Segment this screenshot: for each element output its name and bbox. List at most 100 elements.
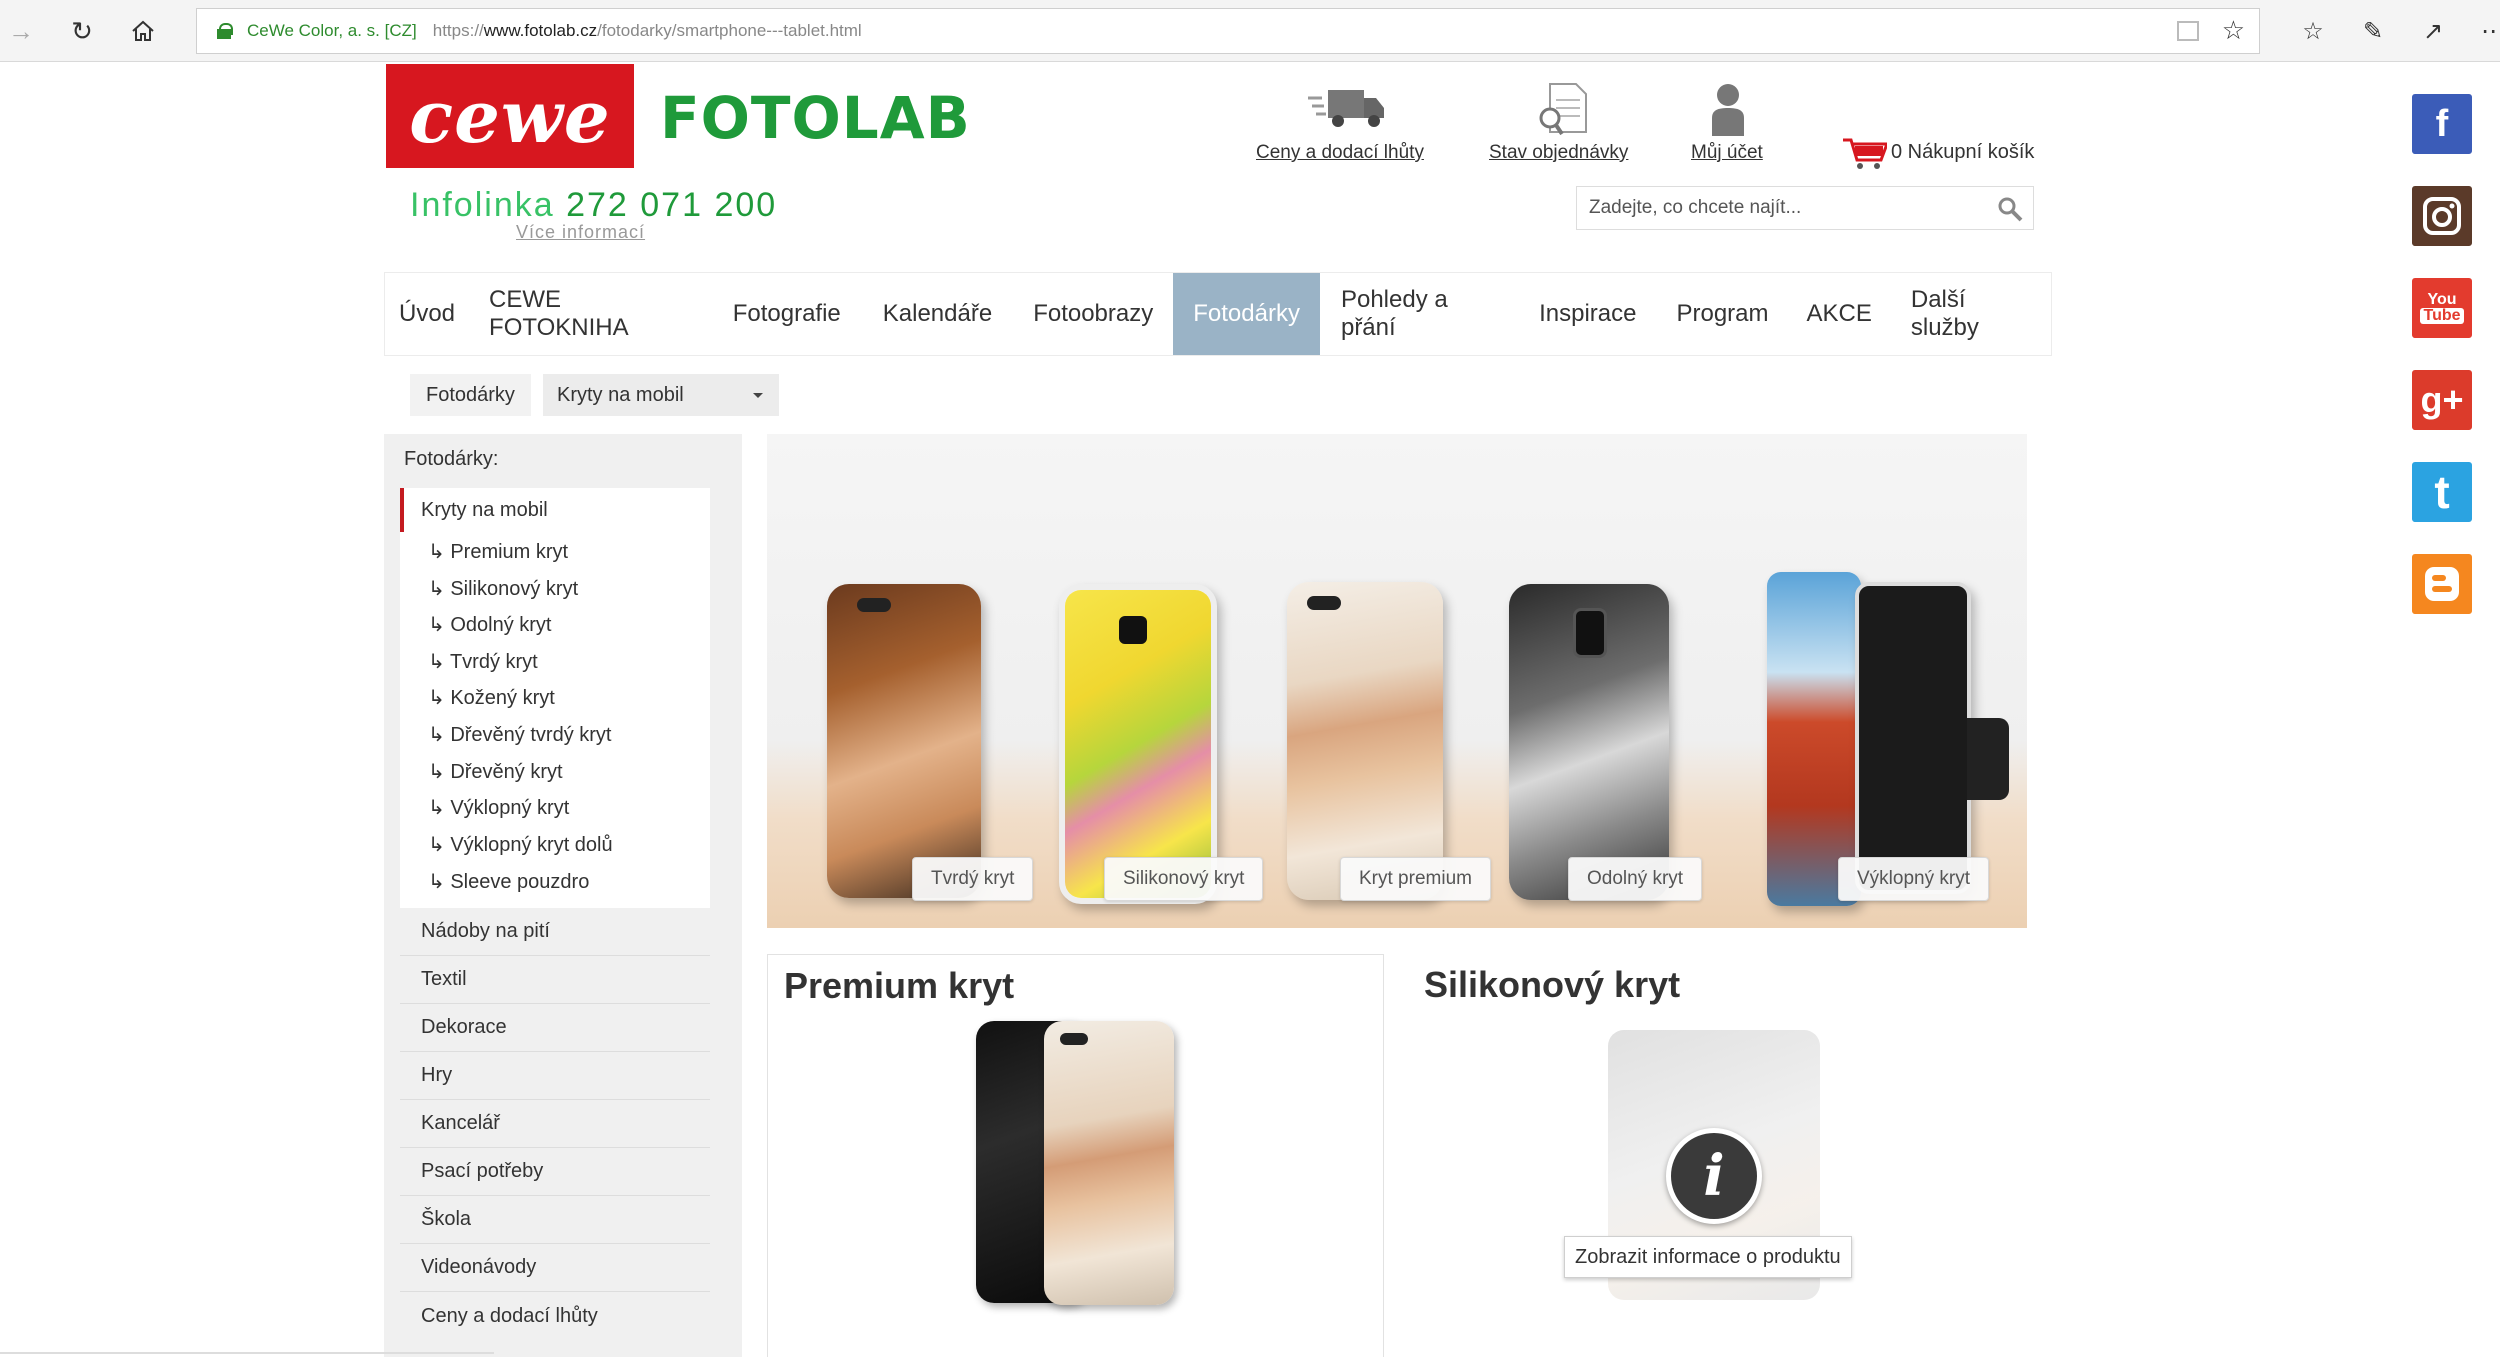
phone-cases-banner[interactable] [767,434,2027,928]
cewe-logo[interactable]: cewe [386,64,634,168]
order-status-icon[interactable] [1536,82,1588,143]
more-menu-icon[interactable]: ⋯ [2474,12,2500,50]
share-icon[interactable]: ↗ [2414,12,2452,50]
sidebar-category[interactable]: Psací potřeby [400,1148,710,1196]
sidebar-subitem-label: Výklopný kryt dolů [450,834,613,856]
cart-link[interactable]: 0 Nákupní košík [1891,141,2034,164]
youtube-icon[interactable]: You Tube [2412,278,2472,338]
sidebar-category[interactable]: Videonávody [400,1244,710,1292]
flip-case-strap [1967,718,2009,800]
product-info-tooltip[interactable]: Zobrazit informace o produktu [1564,1236,1852,1278]
nav-item-fotodarky[interactable]: Fotodárky [1173,273,1320,355]
subcategory-panel: Kryty na mobil ↳ Premium kryt ↳ Silikono… [400,488,710,908]
blogger-icon[interactable] [2412,554,2472,614]
phone-case-premium-photo [1044,1021,1174,1305]
banner-label-flip[interactable]: Výklopný kryt [1838,857,1989,901]
order-status-link[interactable]: Stav objednávky [1489,142,1628,164]
sidebar-subitem-label: Dřevěný tvrdý kryt [450,724,612,746]
sidebar-subitem[interactable]: ↳ Sleeve pouzdro [428,869,589,894]
nav-item-fotografie[interactable]: Fotografie [712,273,862,355]
category-sidebar: Fotodárky: Kryty na mobil ↳ Premium kryt… [384,434,742,1357]
phone-case-tough [1509,584,1669,900]
prices-delivery-link[interactable]: Ceny a dodací lhůty [1256,142,1424,164]
url-prefix: https:// [432,21,484,40]
sidebar-subitem-label: Premium kryt [450,541,569,563]
sidebar-subitem[interactable]: ↳ Výklopný kryt [428,795,569,820]
more-info-link[interactable]: Více informací [516,222,645,243]
google-plus-icon[interactable]: g+ [2412,370,2472,430]
sidebar-category[interactable]: Dekorace [400,1004,710,1052]
sidebar-category[interactable]: Kancelář [400,1100,710,1148]
breadcrumb-fotodarky[interactable]: Fotodárky [410,374,531,416]
lock-icon [217,23,233,39]
sidebar-subitem[interactable]: ↳ Tvrdý kryt [428,649,538,674]
sidebar-subitem-label: Tvrdý kryt [449,651,538,673]
sidebar-category[interactable]: Nádoby na pití [400,908,710,956]
favorite-star-icon[interactable]: ☆ [2222,15,2245,46]
reading-view-icon[interactable] [2177,21,2199,41]
nav-item-uvod[interactable]: Úvod [385,273,469,355]
banner-label-premium[interactable]: Kryt premium [1340,857,1491,901]
breadcrumb-category-select[interactable]: Kryty na mobil [543,374,779,416]
phone-case-hard [827,584,981,898]
nav-item-cewe-fotokniha[interactable]: CEWE FOTOKNIHA [469,273,712,355]
sidebar-category[interactable]: Textil [400,956,710,1004]
nav-item-pohledy-a-prani[interactable]: Pohledy a přání [1320,273,1518,355]
info-icon[interactable]: i [1666,1128,1762,1224]
twitter-icon[interactable]: t [2412,462,2472,522]
search-input[interactable] [1577,187,1977,229]
infolinka-number: 272 071 200 [566,186,778,224]
url-domain: www.fotolab.cz [483,21,598,40]
sidebar-subitem[interactable]: ↳ Silikonový kryt [428,576,578,601]
delivery-truck-icon[interactable] [1308,86,1388,135]
sidebar-category[interactable]: Hry [400,1052,710,1100]
fotolab-logo[interactable]: FOTOLAB [660,84,971,152]
pen-notes-icon[interactable]: ✎ [2354,12,2392,50]
sidebar-item-current[interactable]: Kryty na mobil [400,488,710,532]
sidebar-subitem-label: Sleeve pouzdro [450,871,590,893]
sidebar-subitem[interactable]: ↳ Odolný kryt [428,612,551,637]
sidebar-subitem[interactable]: ↳ Dřevěný kryt [428,759,563,784]
banner-label-tough[interactable]: Odolný kryt [1568,857,1703,901]
nav-item-dalsi-sluzby[interactable]: Další služby [1891,273,2051,355]
sidebar-subitem[interactable]: ↳ Premium kryt [428,539,568,564]
my-account-link[interactable]: Můj účet [1691,142,1763,164]
sidebar-category[interactable]: Škola [400,1196,710,1244]
banner-label-silicone[interactable]: Silikonový kryt [1104,857,1264,901]
nav-item-kalendare[interactable]: Kalendáře [862,273,1013,355]
nav-item-inspirace[interactable]: Inspirace [1518,273,1657,355]
phone-case-premium [1287,582,1443,900]
favorites-hub-icon[interactable]: ☆ [2294,12,2332,50]
phone-case-flip-body [1855,582,1971,894]
nav-item-fotoobrazy[interactable]: Fotoobrazy [1013,273,1173,355]
sidebar-subitem-label: Výklopný kryt [450,797,570,819]
sidebar-subitem-label: Silikonový kryt [450,578,579,600]
infolinka-label: Infolinka [410,186,555,224]
nav-item-program[interactable]: Program [1657,273,1787,355]
banner-label-hard[interactable]: Tvrdý kryt [912,857,1034,901]
nav-item-akce[interactable]: AKCE [1788,273,1891,355]
sidebar-subitem[interactable]: ↳ Výklopný kryt dolů [428,832,613,857]
account-user-icon[interactable] [1710,82,1746,141]
product-tile-premium[interactable]: Premium kryt [767,954,1384,1357]
facebook-icon[interactable]: f [2412,94,2472,154]
product-title: Silikonový kryt [1424,964,1681,1005]
shopping-cart-icon[interactable] [1843,136,1890,175]
address-bar[interactable]: CeWe Color, a. s. [CZ] https://www.fotol… [196,8,2260,54]
sidebar-category[interactable]: Ceny a dodací lhůty [400,1292,710,1340]
home-icon[interactable] [124,12,162,50]
search-box [1576,186,2034,230]
phone-case-flip [1767,572,1861,906]
instagram-icon[interactable] [2412,186,2472,246]
back-arrow-icon[interactable]: → [2,12,40,50]
breadcrumb-selected-label: Kryty na mobil [557,383,684,406]
phone-case-silicone [1059,584,1217,904]
main-navigation: Úvod CEWE FOTOKNIHA Fotografie Kalendáře… [384,272,2052,356]
sidebar-subitem[interactable]: ↳ Kožený kryt [428,685,555,710]
search-icon[interactable] [1997,196,2023,222]
sidebar-subitem[interactable]: ↳ Dřevěný tvrdý kryt [428,722,611,747]
sidebar-heading: Fotodárky: [404,448,499,470]
refresh-icon[interactable]: ↻ [63,12,101,50]
url-path: /fotodarky/smartphone---tablet.html [597,21,862,40]
infolinka: Infolinka 272 071 200 [410,186,777,225]
